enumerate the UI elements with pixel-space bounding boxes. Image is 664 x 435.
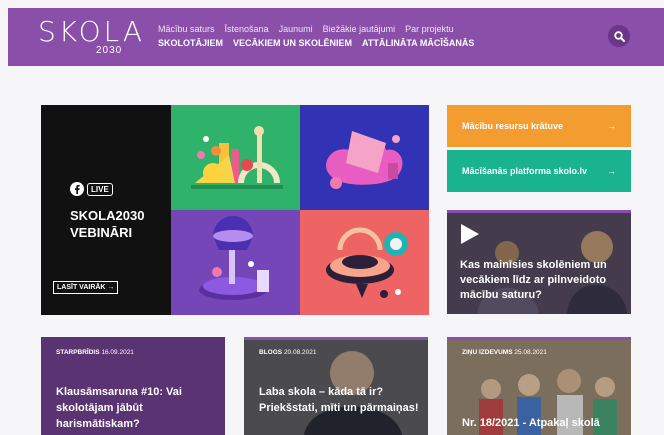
facebook-live-row: LIVE — [70, 182, 113, 196]
nav-item-biezakie-jautajumi[interactable]: Biežākie jautājumi — [323, 24, 396, 34]
card-meta: ZIŅU IZDEVUMS 25.08.2021 — [462, 349, 547, 356]
audience-nav: SKOLOTĀJIEM VECĀKIEM UN SKOLĒNIEM ATTĀLI… — [158, 38, 474, 48]
card-title: Laba skola – kāda tā ir? Priekšstati, mī… — [259, 386, 419, 414]
live-badge: LIVE — [87, 182, 113, 196]
illustration-tile-purple — [171, 210, 300, 315]
nav-item-macibu-saturs[interactable]: Mācību saturs — [158, 24, 215, 34]
cta-label: Mācību resursu krātuve — [462, 121, 564, 131]
card-date: 25.08.2021 — [514, 349, 547, 356]
card-date: 16.09.2021 — [101, 349, 134, 356]
hero-title: SKOLA2030 VEBINĀRI — [70, 207, 144, 241]
primary-nav: Mācību saturs Īstenošana Jaunumi Biežāki… — [158, 24, 454, 34]
nav-item-skolotajiem[interactable]: SKOLOTĀJIEM — [158, 38, 223, 48]
nav-item-vecakiem[interactable]: VECĀKIEM UN SKOLĒNIEM — [233, 38, 352, 48]
search-button[interactable] — [608, 25, 630, 47]
hero-title-line2: VEBINĀRI — [70, 225, 133, 240]
card-meta: BLOGS 20.08.2021 — [259, 349, 316, 356]
nav-item-istenosana[interactable]: Īstenošana — [225, 24, 269, 34]
play-icon[interactable] — [461, 224, 479, 244]
hero-text-panel: LIVE SKOLA2030 VEBINĀRI LASĪT VAIRĀK → — [41, 105, 171, 315]
news-card[interactable]: BLOGS 20.08.2021 Laba skola – kāda tā ir… — [244, 337, 428, 435]
arrow-right-icon: → — [607, 166, 616, 176]
card-category: ZIŅU IZDEVUMS — [462, 349, 513, 356]
hero-title-line1: SKOLA2030 — [70, 208, 145, 223]
illustration-tile-red — [300, 210, 429, 315]
nav-item-par-projektu[interactable]: Par projektu — [405, 24, 454, 34]
video-title: Kas mainīsies skolēniem un vecākiem līdz… — [460, 259, 607, 301]
nav-item-attalinata[interactable]: ATTĀLINĀTA MĀCĪŠANĀS — [362, 38, 474, 48]
logo-text: SKOLA — [38, 15, 146, 48]
facebook-icon — [70, 182, 84, 196]
arrow-right-icon: → — [607, 121, 616, 131]
card-title: Nr. 18/2021 - Atpakaļ skolā — [462, 417, 600, 429]
illustration-tile-blue — [300, 105, 429, 210]
nav-item-jaunumi[interactable]: Jaunumi — [279, 24, 313, 34]
card-category: BLOGS — [259, 349, 283, 356]
card-accent-bar — [244, 337, 428, 340]
resource-library-button[interactable]: Mācību resursu krātuve → — [447, 105, 631, 147]
card-meta: STARPBRĪDIS 16.09.2021 — [56, 349, 134, 356]
abstract-shapes-icon — [326, 227, 408, 298]
logo-year: 2030 — [96, 45, 123, 56]
cta-label: Mācīšanās platforma skolo.lv — [462, 166, 588, 176]
card-accent-bar — [447, 337, 631, 340]
logo[interactable]: SKOLA 2030 — [38, 15, 146, 57]
site-header: SKOLA 2030 Mācību saturs Īstenošana Jaun… — [8, 8, 664, 66]
card-date: 20.08.2021 — [283, 349, 317, 356]
read-more-button[interactable]: LASĪT VAIRĀK → — [53, 281, 119, 294]
news-card[interactable]: ZIŅU IZDEVUMS 25.08.2021 Nr. 18/2021 - A… — [447, 337, 631, 435]
webinar-hero[interactable]: LIVE SKOLA2030 VEBINĀRI LASĪT VAIRĀK → — [41, 105, 429, 315]
illustration-tile-green — [171, 105, 300, 210]
abstract-shapes-icon — [326, 131, 403, 189]
card-title: Klausāmsaruna #10: Vai skolotājam jābūt … — [56, 386, 182, 430]
card-category: STARPBRĪDIS — [56, 349, 100, 356]
learning-platform-button[interactable]: Mācīšanās platforma skolo.lv → — [447, 150, 631, 192]
abstract-shapes-icon — [191, 126, 283, 189]
news-card[interactable]: STARPBRĪDIS 16.09.2021 Klausāmsaruna #10… — [41, 337, 225, 435]
abstract-shapes-icon — [199, 216, 269, 300]
video-card[interactable]: Kas mainīsies skolēniem un vecākiem līdz… — [447, 210, 631, 314]
search-icon — [613, 30, 625, 42]
